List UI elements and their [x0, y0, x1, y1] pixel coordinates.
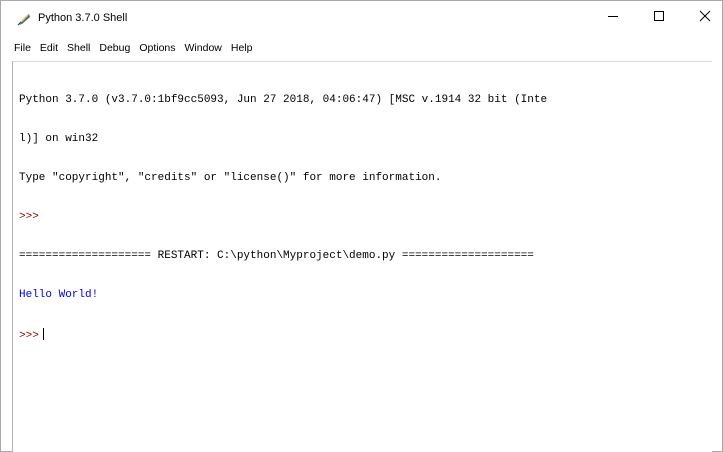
minimize-icon: [608, 16, 618, 17]
shell-prompt: >>>: [19, 211, 39, 223]
close-icon: [699, 10, 711, 22]
menu-debug[interactable]: Debug: [99, 41, 130, 55]
banner-line: Type "copyright", "credits" or "license(…: [19, 172, 442, 184]
shell-text-area[interactable]: Python 3.7.0 (v3.7.0:1bf9cc5093, Jun 27 …: [12, 61, 712, 452]
menu-window[interactable]: Window: [185, 41, 222, 55]
minimize-button[interactable]: [590, 1, 636, 31]
banner-line: Python 3.7.0 (v3.7.0:1bf9cc5093, Jun 27 …: [19, 94, 548, 106]
menu-help[interactable]: Help: [231, 41, 253, 55]
restart-line: ==================== RESTART: C:\python\…: [19, 250, 534, 262]
maximize-button[interactable]: [636, 1, 682, 31]
idle-shell-window: Python 3.7.0 Shell File Edit Shell Debug…: [0, 0, 723, 452]
title-bar[interactable]: Python 3.7.0 Shell: [1, 1, 722, 35]
window-title: Python 3.7.0 Shell: [38, 12, 128, 24]
shell-output: Python 3.7.0 (v3.7.0:1bf9cc5093, Jun 27 …: [19, 68, 547, 367]
close-button[interactable]: [682, 1, 723, 31]
menu-options[interactable]: Options: [139, 41, 175, 55]
menu-edit[interactable]: Edit: [40, 41, 58, 55]
shell-prompt: >>>: [19, 330, 39, 342]
banner-line: l)] on win32: [19, 133, 99, 145]
text-cursor: [42, 328, 44, 340]
menu-bar: File Edit Shell Debug Options Window Hel…: [1, 38, 722, 58]
program-output: Hello World!: [19, 289, 99, 301]
maximize-icon: [654, 11, 664, 21]
menu-file[interactable]: File: [14, 41, 31, 55]
python-feather-icon: [16, 11, 32, 27]
menu-shell[interactable]: Shell: [67, 41, 90, 55]
